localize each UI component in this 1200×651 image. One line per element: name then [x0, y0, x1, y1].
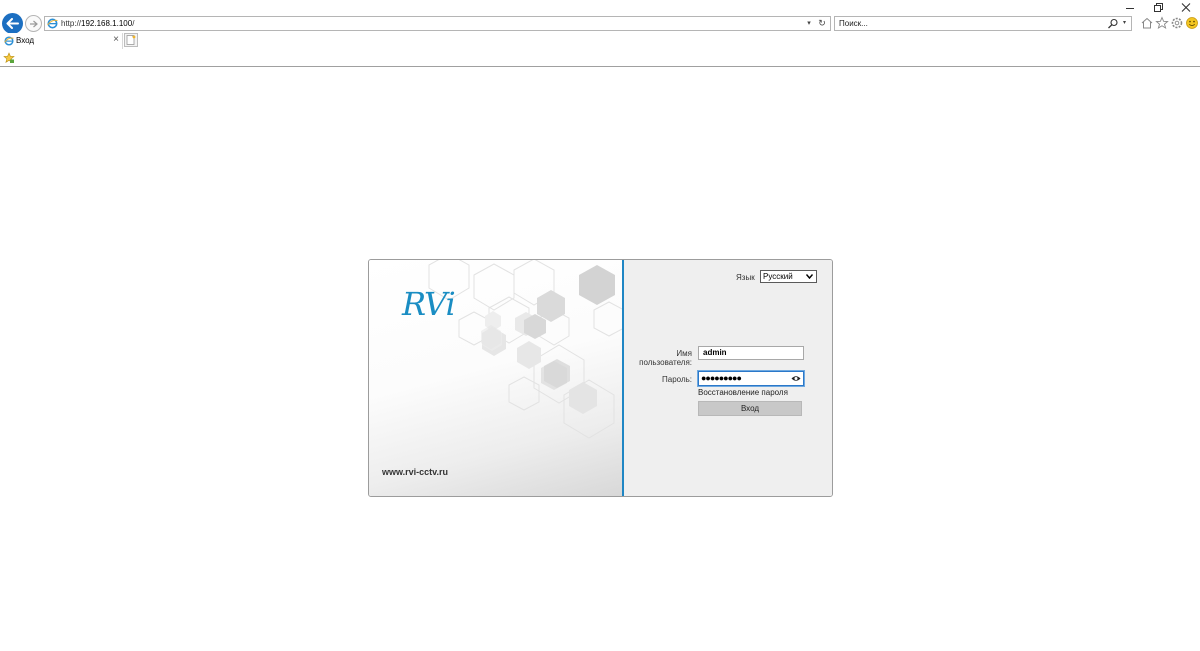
- tab-login[interactable]: Вход ×: [0, 33, 123, 49]
- search-input[interactable]: Поиск...: [839, 18, 868, 29]
- new-tab-icon: [126, 35, 136, 45]
- favorites-bar: [0, 50, 1200, 66]
- language-select[interactable]: Русский: [760, 270, 817, 283]
- tab-title: Вход: [16, 36, 35, 45]
- ie-favicon-icon: [47, 18, 58, 29]
- site-url: www.rvi-cctv.ru: [382, 467, 449, 477]
- close-icon[interactable]: [1179, 2, 1193, 14]
- eye-icon[interactable]: [791, 374, 801, 383]
- home-icon[interactable]: [1140, 16, 1154, 30]
- address-host: 192.168.1.100: [81, 19, 133, 28]
- refresh-icon[interactable]: ↻: [816, 18, 828, 29]
- back-button[interactable]: [2, 13, 23, 34]
- browser-chrome: http://192.168.1.100/ ▾ ↻ Поиск... ▾ Вхо…: [0, 0, 1200, 68]
- address-text[interactable]: http://192.168.1.100/: [61, 18, 134, 29]
- form-pane: Язык Русский Имя пользователя: admin Пар…: [624, 260, 832, 496]
- search-box[interactable]: Поиск... ▾: [834, 16, 1132, 31]
- restore-icon[interactable]: [1151, 2, 1165, 14]
- language-value: Русский: [763, 272, 793, 281]
- forward-arrow-icon: [30, 20, 38, 27]
- address-scheme: http://: [61, 19, 82, 28]
- tab-close-button[interactable]: ×: [113, 34, 119, 46]
- smiley-feedback-icon[interactable]: [1185, 16, 1199, 30]
- username-label: Имя пользователя:: [639, 349, 692, 367]
- ie-favicon-icon: [4, 36, 14, 46]
- brand-pane: RVi www.rvi-cctv.ru: [369, 260, 622, 496]
- minimize-icon[interactable]: [1123, 2, 1137, 14]
- chevron-down-icon: [805, 274, 814, 280]
- username-field[interactable]: admin: [698, 346, 804, 360]
- password-label: Пароль:: [662, 375, 692, 384]
- search-dropdown-icon[interactable]: ▾: [1120, 18, 1129, 29]
- rvi-logo: RVi: [402, 285, 456, 323]
- password-field[interactable]: ●●●●●●●●●: [698, 371, 804, 386]
- password-mask: ●●●●●●●●●: [701, 373, 742, 383]
- chrome-divider: [0, 66, 1200, 67]
- search-icon[interactable]: [1107, 18, 1119, 29]
- settings-gear-icon[interactable]: [1170, 16, 1184, 30]
- language-label: Язык: [736, 273, 755, 282]
- new-tab-button[interactable]: [124, 33, 138, 47]
- login-button[interactable]: Вход: [698, 401, 802, 416]
- address-bar[interactable]: http://192.168.1.100/ ▾ ↻: [44, 16, 831, 31]
- address-dropdown-icon[interactable]: ▾: [804, 18, 814, 29]
- login-panel: RVi www.rvi-cctv.ru Язык Русский Имя пол…: [368, 259, 833, 497]
- favorites-star-icon[interactable]: [1155, 16, 1169, 30]
- address-path: /: [132, 19, 135, 28]
- back-arrow-icon: [6, 18, 19, 29]
- add-favorites-icon[interactable]: [3, 52, 15, 64]
- forward-button[interactable]: [25, 15, 42, 32]
- password-recovery-link[interactable]: Восстановление пароля: [698, 388, 788, 397]
